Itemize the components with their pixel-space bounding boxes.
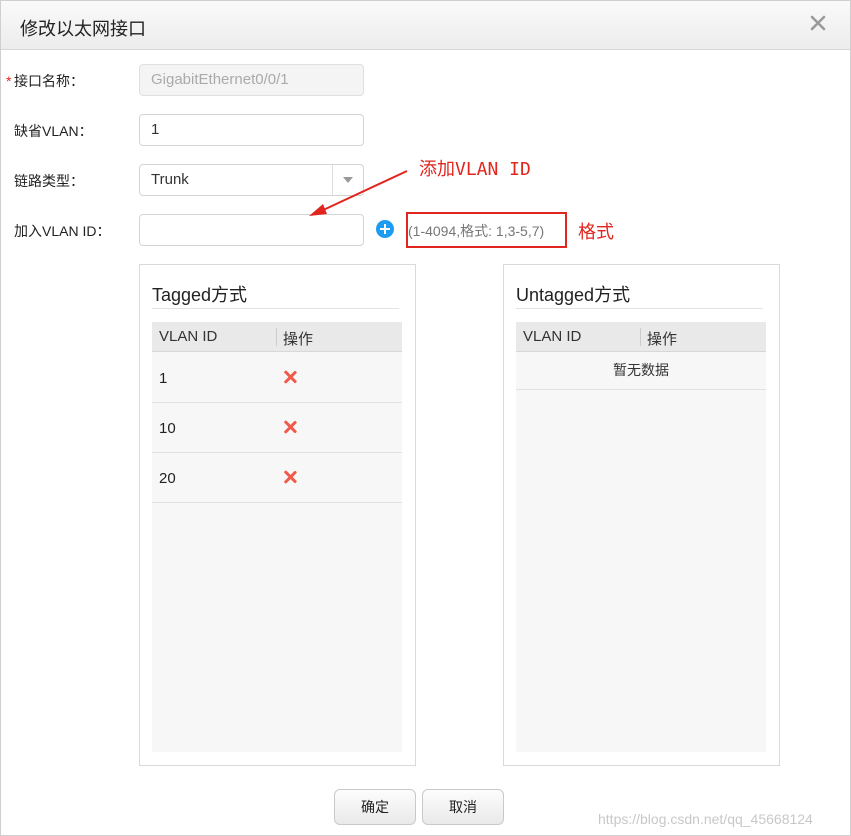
dialog-title: 修改以太网接口 — [20, 19, 146, 39]
divider — [152, 308, 399, 309]
plus-circle-icon[interactable] — [376, 220, 394, 238]
delete-x-icon[interactable] — [283, 470, 297, 484]
annotation-arrow — [309, 170, 408, 216]
column-separator — [276, 328, 277, 346]
annotation-add-vlan-id: 添加VLAN ID — [419, 159, 531, 180]
table-row: 10 — [152, 403, 402, 453]
table-header: VLAN ID 操作 — [152, 322, 402, 352]
link-type-value: Trunk — [151, 171, 189, 188]
interface-name-field: GigabitEthernet0/0/1 — [139, 64, 364, 96]
untagged-panel: Untagged方式 VLAN ID 操作 暂无数据 — [503, 264, 780, 766]
table-row: 1 — [152, 353, 402, 403]
vlan-id-cell: 20 — [159, 470, 176, 487]
empty-state-text: 暂无数据 — [516, 352, 766, 390]
delete-x-icon[interactable] — [283, 370, 297, 384]
table-row: 20 — [152, 453, 402, 503]
watermark: https://blog.csdn.net/qq_45668124 — [598, 811, 813, 827]
table-header: VLAN ID 操作 — [516, 322, 766, 352]
column-header-action: 操作 — [283, 331, 314, 348]
column-header-vlan-id: VLAN ID — [159, 328, 218, 345]
confirm-button[interactable]: 确定 — [334, 789, 416, 825]
tagged-panel-title: Tagged方式 — [152, 285, 248, 305]
required-mark: * — [6, 73, 12, 89]
untagged-table: VLAN ID 操作 暂无数据 — [516, 322, 766, 752]
column-header-vlan-id: VLAN ID — [523, 328, 582, 345]
vlan-id-cell: 10 — [159, 420, 176, 437]
delete-x-icon[interactable] — [283, 420, 297, 434]
vlan-id-cell: 1 — [159, 370, 168, 387]
edit-ethernet-interface-dialog: 修改以太网接口 * 接口名称： GigabitEthernet0/0/1 缺省V… — [0, 0, 851, 836]
annotation-format: 格式 — [578, 222, 614, 243]
add-vlan-id-label: 加入VLAN ID： — [14, 223, 111, 239]
format-highlight-box — [406, 212, 567, 248]
link-type-label: 链路类型： — [14, 173, 84, 189]
tagged-table: VLAN ID 操作 1 10 20 — [152, 322, 402, 752]
close-icon[interactable] — [808, 13, 828, 33]
default-vlan-field[interactable]: 1 — [139, 114, 364, 146]
divider — [516, 308, 763, 309]
column-header-action: 操作 — [647, 331, 678, 348]
cancel-button[interactable]: 取消 — [422, 789, 504, 825]
column-separator — [640, 328, 641, 346]
dialog-titlebar: 修改以太网接口 — [1, 1, 850, 50]
default-vlan-label: 缺省VLAN： — [14, 123, 93, 139]
tagged-panel: Tagged方式 VLAN ID 操作 1 10 20 — [139, 264, 416, 766]
untagged-panel-title: Untagged方式 — [516, 285, 631, 305]
interface-name-label: 接口名称： — [14, 73, 84, 89]
